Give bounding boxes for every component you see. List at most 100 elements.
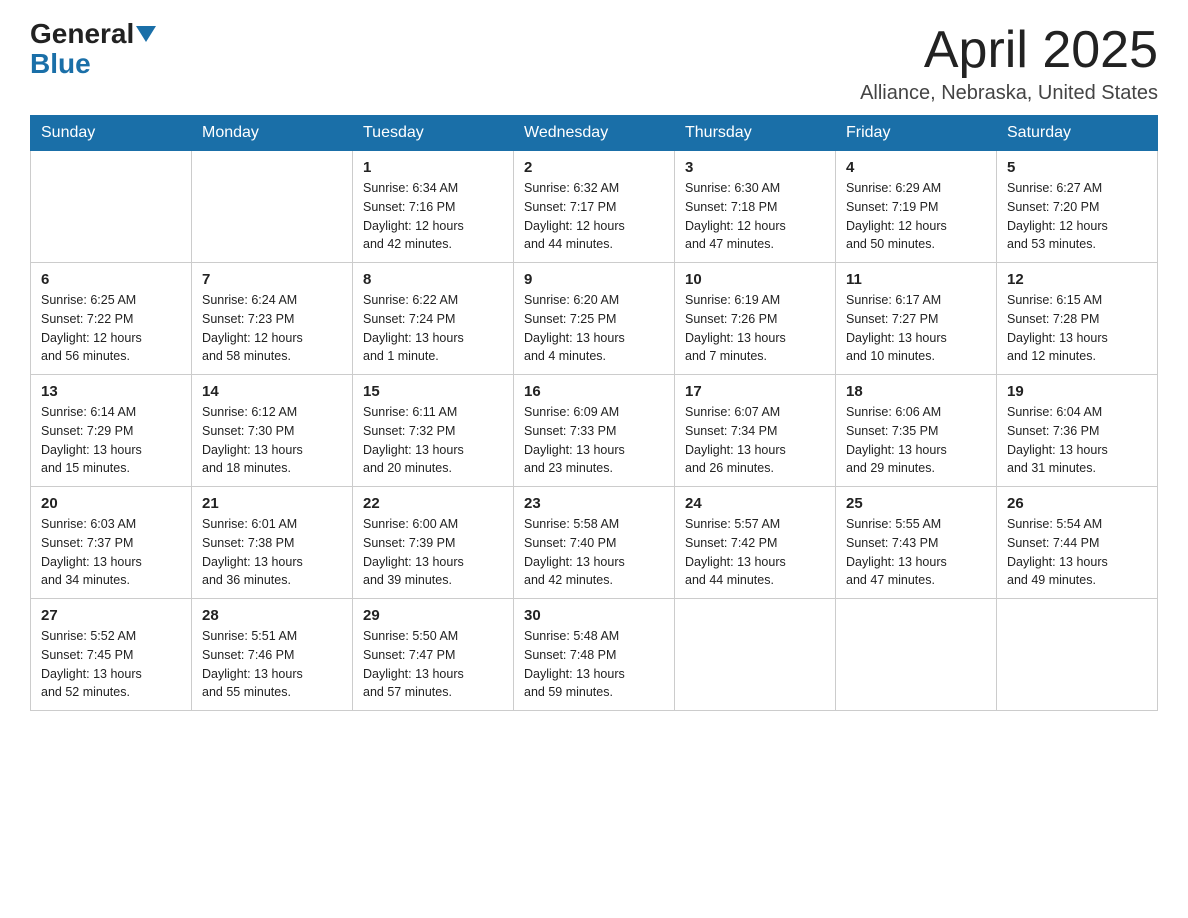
logo: General Blue — [30, 20, 156, 80]
day-number: 24 — [685, 495, 825, 512]
calendar-day-cell: 6Sunrise: 6:25 AM Sunset: 7:22 PM Daylig… — [31, 263, 192, 375]
calendar-day-cell — [997, 599, 1158, 711]
calendar-day-cell: 14 Sunrise: 6:12 AM Sunset: 7:30 PM Dayli… — [192, 375, 353, 487]
day-number: 6 — [41, 271, 181, 288]
day-number: 3 — [685, 159, 825, 176]
day-info: Sunrise: 5:58 AM Sunset: 7:40 PM Dayligh… — [524, 515, 664, 590]
day-number: 4 — [846, 159, 986, 176]
day-info: Sunrise: 6:17 AM Sunset: 7:27 PM Dayligh… — [846, 291, 986, 366]
calendar-day-cell: 3 Sunrise: 6:30 AM Sunset: 7:18 PM Daylig… — [675, 151, 836, 263]
day-info: Sunrise: 5:52 AM Sunset: 7:45 PM Dayligh… — [41, 627, 181, 702]
calendar-week-row: 27 Sunrise: 5:52 AM Sunset: 7:45 PM Dayli… — [31, 599, 1158, 711]
calendar-day-cell: 4 Sunrise: 6:29 AM Sunset: 7:19 PM Daylig… — [836, 151, 997, 263]
day-info: Sunrise: 6:20 AM Sunset: 7:25 PM Dayligh… — [524, 291, 664, 366]
day-info: Sunrise: 6:34 AM Sunset: 7:16 PM Dayligh… — [363, 179, 503, 254]
day-info: Sunrise: 6:03 AM Sunset: 7:37 PM Dayligh… — [41, 515, 181, 590]
weekday-header-cell: Thursday — [675, 116, 836, 151]
weekday-header-cell: Tuesday — [353, 116, 514, 151]
day-number: 23 — [524, 495, 664, 512]
day-info: Sunrise: 5:48 AM Sunset: 7:48 PM Dayligh… — [524, 627, 664, 702]
calendar-day-cell: 10 Sunrise: 6:19 AM Sunset: 7:26 PM Dayli… — [675, 263, 836, 375]
day-info: Sunrise: 6:04 AM Sunset: 7:36 PM Dayligh… — [1007, 403, 1147, 478]
calendar-day-cell: 8Sunrise: 6:22 AM Sunset: 7:24 PM Daylig… — [353, 263, 514, 375]
calendar-day-cell: 9 Sunrise: 6:20 AM Sunset: 7:25 PM Daylig… — [514, 263, 675, 375]
calendar-day-cell: 16 Sunrise: 6:09 AM Sunset: 7:33 PM Dayli… — [514, 375, 675, 487]
calendar-week-row: 1Sunrise: 6:34 AM Sunset: 7:16 PM Daylig… — [31, 151, 1158, 263]
calendar-week-row: 13 Sunrise: 6:14 AM Sunset: 7:29 PM Dayli… — [31, 375, 1158, 487]
day-info: Sunrise: 6:27 AM Sunset: 7:20 PM Dayligh… — [1007, 179, 1147, 254]
calendar-day-cell: 5 Sunrise: 6:27 AM Sunset: 7:20 PM Daylig… — [997, 151, 1158, 263]
calendar-day-cell: 30 Sunrise: 5:48 AM Sunset: 7:48 PM Dayli… — [514, 599, 675, 711]
day-number: 20 — [41, 495, 181, 512]
calendar-day-cell: 29Sunrise: 5:50 AM Sunset: 7:47 PM Dayli… — [353, 599, 514, 711]
day-info: Sunrise: 5:57 AM Sunset: 7:42 PM Dayligh… — [685, 515, 825, 590]
calendar-day-cell: 27 Sunrise: 5:52 AM Sunset: 7:45 PM Dayli… — [31, 599, 192, 711]
calendar-day-cell: 7Sunrise: 6:24 AM Sunset: 7:23 PM Daylig… — [192, 263, 353, 375]
day-info: Sunrise: 6:19 AM Sunset: 7:26 PM Dayligh… — [685, 291, 825, 366]
day-number: 26 — [1007, 495, 1147, 512]
day-info: Sunrise: 6:00 AM Sunset: 7:39 PM Dayligh… — [363, 515, 503, 590]
logo-text-blue: Blue — [30, 48, 91, 79]
weekday-header-row: SundayMondayTuesdayWednesdayThursdayFrid… — [31, 116, 1158, 151]
day-info: Sunrise: 6:12 AM Sunset: 7:30 PM Dayligh… — [202, 403, 342, 478]
day-number: 2 — [524, 159, 664, 176]
calendar-day-cell: 25Sunrise: 5:55 AM Sunset: 7:43 PM Dayli… — [836, 487, 997, 599]
calendar-body: 1Sunrise: 6:34 AM Sunset: 7:16 PM Daylig… — [31, 151, 1158, 711]
day-number: 13 — [41, 383, 181, 400]
day-number: 27 — [41, 607, 181, 624]
day-info: Sunrise: 6:09 AM Sunset: 7:33 PM Dayligh… — [524, 403, 664, 478]
calendar-day-cell: 1Sunrise: 6:34 AM Sunset: 7:16 PM Daylig… — [353, 151, 514, 263]
day-info: Sunrise: 6:24 AM Sunset: 7:23 PM Dayligh… — [202, 291, 342, 366]
calendar-day-cell: 12 Sunrise: 6:15 AM Sunset: 7:28 PM Dayli… — [997, 263, 1158, 375]
day-info: Sunrise: 6:30 AM Sunset: 7:18 PM Dayligh… — [685, 179, 825, 254]
day-number: 30 — [524, 607, 664, 624]
day-info: Sunrise: 6:15 AM Sunset: 7:28 PM Dayligh… — [1007, 291, 1147, 366]
day-number: 18 — [846, 383, 986, 400]
month-title: April 2025 — [860, 20, 1158, 80]
calendar-day-cell: 20 Sunrise: 6:03 AM Sunset: 7:37 PM Dayli… — [31, 487, 192, 599]
calendar-day-cell: 19Sunrise: 6:04 AM Sunset: 7:36 PM Dayli… — [997, 375, 1158, 487]
calendar-day-cell: 15 Sunrise: 6:11 AM Sunset: 7:32 PM Dayli… — [353, 375, 514, 487]
calendar-table: SundayMondayTuesdayWednesdayThursdayFrid… — [30, 115, 1158, 711]
logo-text-general: General — [30, 20, 134, 48]
day-number: 28 — [202, 607, 342, 624]
calendar-day-cell: 2 Sunrise: 6:32 AM Sunset: 7:17 PM Daylig… — [514, 151, 675, 263]
day-number: 22 — [363, 495, 503, 512]
weekday-header-cell: Sunday — [31, 116, 192, 151]
day-info: Sunrise: 5:50 AM Sunset: 7:47 PM Dayligh… — [363, 627, 503, 702]
day-info: Sunrise: 6:07 AM Sunset: 7:34 PM Dayligh… — [685, 403, 825, 478]
calendar-day-cell: 21Sunrise: 6:01 AM Sunset: 7:38 PM Dayli… — [192, 487, 353, 599]
weekday-header-cell: Saturday — [997, 116, 1158, 151]
day-number: 21 — [202, 495, 342, 512]
logo-triangle-icon — [136, 26, 156, 42]
day-number: 16 — [524, 383, 664, 400]
day-number: 5 — [1007, 159, 1147, 176]
calendar-day-cell: 23 Sunrise: 5:58 AM Sunset: 7:40 PM Dayli… — [514, 487, 675, 599]
weekday-header-cell: Wednesday — [514, 116, 675, 151]
calendar-day-cell: 28Sunrise: 5:51 AM Sunset: 7:46 PM Dayli… — [192, 599, 353, 711]
calendar-week-row: 6Sunrise: 6:25 AM Sunset: 7:22 PM Daylig… — [31, 263, 1158, 375]
calendar-day-cell: 24 Sunrise: 5:57 AM Sunset: 7:42 PM Dayli… — [675, 487, 836, 599]
day-number: 12 — [1007, 271, 1147, 288]
day-number: 15 — [363, 383, 503, 400]
day-number: 10 — [685, 271, 825, 288]
day-number: 9 — [524, 271, 664, 288]
day-info: Sunrise: 6:06 AM Sunset: 7:35 PM Dayligh… — [846, 403, 986, 478]
day-info: Sunrise: 6:29 AM Sunset: 7:19 PM Dayligh… — [846, 179, 986, 254]
day-info: Sunrise: 6:32 AM Sunset: 7:17 PM Dayligh… — [524, 179, 664, 254]
calendar-week-row: 20 Sunrise: 6:03 AM Sunset: 7:37 PM Dayli… — [31, 487, 1158, 599]
day-number: 8 — [363, 271, 503, 288]
weekday-header-cell: Friday — [836, 116, 997, 151]
calendar-day-cell — [31, 151, 192, 263]
day-info: Sunrise: 6:11 AM Sunset: 7:32 PM Dayligh… — [363, 403, 503, 478]
day-number: 14 — [202, 383, 342, 400]
day-number: 17 — [685, 383, 825, 400]
calendar-day-cell: 26 Sunrise: 5:54 AM Sunset: 7:44 PM Dayli… — [997, 487, 1158, 599]
location-title: Alliance, Nebraska, United States — [860, 82, 1158, 105]
day-number: 11 — [846, 271, 986, 288]
title-area: April 2025 Alliance, Nebraska, United St… — [860, 20, 1158, 105]
day-info: Sunrise: 6:14 AM Sunset: 7:29 PM Dayligh… — [41, 403, 181, 478]
weekday-header-cell: Monday — [192, 116, 353, 151]
day-info: Sunrise: 5:54 AM Sunset: 7:44 PM Dayligh… — [1007, 515, 1147, 590]
calendar-day-cell: 17 Sunrise: 6:07 AM Sunset: 7:34 PM Dayli… — [675, 375, 836, 487]
